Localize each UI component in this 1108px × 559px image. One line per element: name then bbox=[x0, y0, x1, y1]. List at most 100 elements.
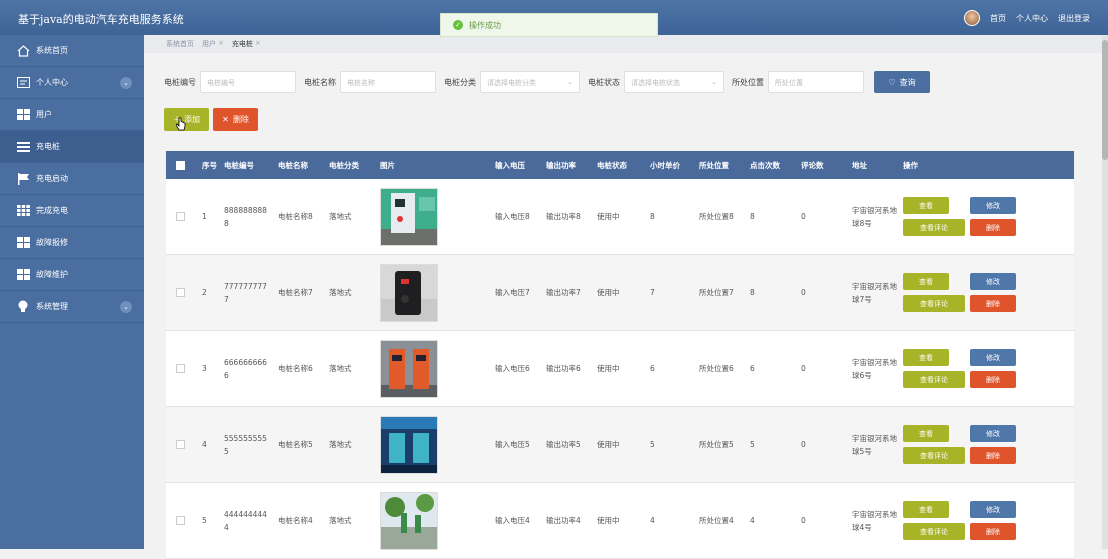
avatar[interactable] bbox=[964, 10, 980, 26]
row-no: 3 bbox=[202, 364, 207, 373]
row-voltage: 输入电压6 bbox=[495, 364, 530, 373]
sidebar-item-home[interactable]: 系统首页 bbox=[0, 35, 144, 67]
view-comments-button[interactable]: 查看评论 bbox=[903, 447, 965, 464]
flag-icon bbox=[16, 172, 30, 185]
row-comments: 0 bbox=[801, 212, 806, 221]
charger-image[interactable] bbox=[380, 263, 438, 322]
tab-user[interactable]: 用户 × bbox=[202, 39, 224, 49]
edit-button[interactable]: 修改 bbox=[970, 197, 1016, 214]
name-label: 电桩名称 bbox=[304, 77, 336, 87]
table-row: 5 4444444444 电桩名称4 落地式 输入电压4 输出功率4 使用中 4… bbox=[166, 483, 1074, 559]
category-select[interactable]: 请选择电桩分类 ⌄ bbox=[480, 71, 580, 93]
header-address: 地址 bbox=[852, 160, 867, 170]
top-nav: 首页 个人中心 退出登录 bbox=[964, 10, 1090, 26]
row-price: 6 bbox=[650, 364, 655, 373]
sidebar-item-charge-start[interactable]: 充电启动 bbox=[0, 163, 144, 195]
table-row: 3 6666666666 电桩名称6 落地式 输入电压6 输出功率6 使用中 6… bbox=[166, 331, 1074, 407]
view-button[interactable]: 查看 bbox=[903, 273, 949, 290]
charging-pile-table: 序号 电桩编号 电桩名称 电桩分类 图片 输入电压 输出功率 电桩状态 小时单价… bbox=[166, 151, 1074, 559]
row-comments: 0 bbox=[801, 364, 806, 373]
row-clicks: 8 bbox=[750, 212, 755, 221]
delete-button[interactable]: 删除 bbox=[970, 295, 1016, 312]
row-voltage: 输入电压4 bbox=[495, 516, 530, 525]
row-checkbox[interactable] bbox=[175, 516, 185, 525]
sidebar-item-complete-charge[interactable]: 完成充电 bbox=[0, 195, 144, 227]
sidebar-item-users[interactable]: 用户 bbox=[0, 99, 144, 131]
row-checkbox[interactable] bbox=[175, 212, 185, 221]
edit-button[interactable]: 修改 bbox=[970, 349, 1016, 366]
row-no: 4 bbox=[202, 440, 207, 449]
delete-button[interactable]: 删除 bbox=[970, 219, 1016, 236]
location-label: 所处位置 bbox=[732, 77, 764, 87]
view-comments-button[interactable]: 查看评论 bbox=[903, 219, 965, 236]
list-icon bbox=[16, 141, 30, 153]
header-location: 所处位置 bbox=[699, 160, 729, 170]
close-icon[interactable]: × bbox=[255, 39, 261, 49]
home-icon bbox=[16, 44, 30, 57]
edit-button[interactable]: 修改 bbox=[970, 501, 1016, 518]
row-checkbox[interactable] bbox=[175, 440, 185, 449]
code-input[interactable]: 电桩编号 bbox=[200, 71, 296, 93]
view-button[interactable]: 查看 bbox=[903, 349, 949, 366]
header-voltage: 输入电压 bbox=[495, 160, 525, 170]
category-label: 电桩分类 bbox=[444, 77, 476, 87]
edit-button[interactable]: 修改 bbox=[970, 425, 1016, 442]
edit-button[interactable]: 修改 bbox=[970, 273, 1016, 290]
header-comments: 评论数 bbox=[801, 160, 824, 170]
charger-image[interactable] bbox=[380, 339, 438, 398]
delete-button[interactable]: 删除 bbox=[970, 371, 1016, 388]
breadcrumb: 系统首页 用户 × 充电桩 × bbox=[144, 35, 1108, 53]
profile-link[interactable]: 个人中心 bbox=[1016, 13, 1048, 24]
home-link[interactable]: 首页 bbox=[990, 13, 1006, 24]
view-button[interactable]: 查看 bbox=[903, 425, 949, 442]
sidebar-item-charging-pile[interactable]: 充电桩 bbox=[0, 131, 144, 163]
toast-message: 操作成功 bbox=[469, 21, 501, 30]
charger-image[interactable] bbox=[380, 187, 438, 246]
delete-button[interactable]: 删除 bbox=[970, 523, 1016, 540]
select-all-checkbox[interactable] bbox=[175, 160, 185, 170]
view-button[interactable]: 查看 bbox=[903, 197, 949, 214]
view-button[interactable]: 查看 bbox=[903, 501, 949, 518]
sidebar-item-fault-maintain[interactable]: 故障维护 bbox=[0, 259, 144, 291]
logout-link[interactable]: 退出登录 bbox=[1058, 13, 1090, 24]
row-address: 宇宙银河系地球7号 bbox=[852, 281, 897, 304]
tab-home[interactable]: 系统首页 bbox=[166, 39, 194, 49]
charger-image[interactable] bbox=[380, 415, 438, 474]
name-input[interactable]: 电桩名称 bbox=[340, 71, 436, 93]
add-button[interactable]: ＋ 添加 bbox=[164, 108, 209, 131]
header-power: 输出功率 bbox=[546, 160, 576, 170]
scrollbar-thumb[interactable] bbox=[1102, 40, 1108, 160]
row-name: 电桩名称8 bbox=[278, 212, 313, 221]
sidebar-item-fault-report[interactable]: 故障报修 bbox=[0, 227, 144, 259]
close-icon[interactable]: × bbox=[218, 39, 224, 49]
row-name: 电桩名称6 bbox=[278, 364, 313, 373]
sidebar-item-system[interactable]: 系统管理 ⌄ bbox=[0, 291, 144, 323]
row-address: 宇宙银河系地球5号 bbox=[852, 433, 897, 456]
query-button[interactable]: ♡ 查询 bbox=[874, 71, 930, 93]
location-input[interactable]: 所处位置 bbox=[768, 71, 864, 93]
row-no: 5 bbox=[202, 516, 207, 525]
tab-charging-pile[interactable]: 充电桩 × bbox=[232, 39, 261, 49]
header-category: 电桩分类 bbox=[329, 160, 359, 170]
row-code: 4444444444 bbox=[224, 509, 267, 532]
batch-delete-button[interactable]: ✕ 删除 bbox=[213, 108, 258, 131]
charger-image[interactable] bbox=[380, 491, 438, 550]
sidebar-item-label: 充电桩 bbox=[36, 142, 60, 151]
row-checkbox[interactable] bbox=[175, 364, 185, 373]
row-checkbox[interactable] bbox=[175, 288, 185, 297]
row-price: 7 bbox=[650, 288, 655, 297]
row-power: 输出功率8 bbox=[546, 212, 581, 221]
code-label: 电桩编号 bbox=[164, 77, 196, 87]
chevron-down-icon[interactable]: ⌄ bbox=[120, 300, 132, 313]
row-no: 1 bbox=[202, 212, 207, 221]
view-comments-button[interactable]: 查看评论 bbox=[903, 371, 965, 388]
row-category: 落地式 bbox=[329, 440, 352, 449]
view-comments-button[interactable]: 查看评论 bbox=[903, 523, 965, 540]
sidebar-item-profile[interactable]: 个人中心 ⌄ bbox=[0, 67, 144, 99]
chevron-down-icon[interactable]: ⌄ bbox=[120, 76, 132, 89]
status-select[interactable]: 请选择电桩状态 ⌄ bbox=[624, 71, 724, 93]
row-location: 所处位置4 bbox=[699, 516, 734, 525]
view-comments-button[interactable]: 查看评论 bbox=[903, 295, 965, 312]
delete-button[interactable]: 删除 bbox=[970, 447, 1016, 464]
row-name: 电桩名称7 bbox=[278, 288, 313, 297]
